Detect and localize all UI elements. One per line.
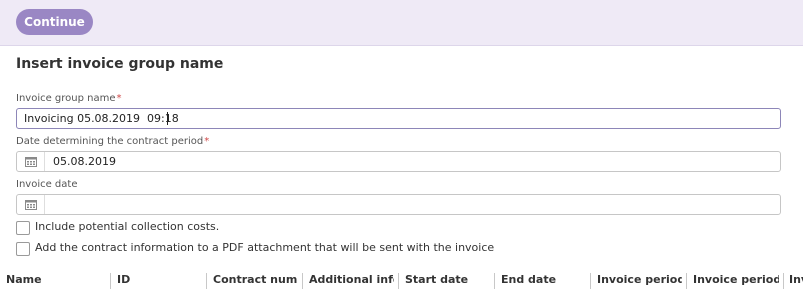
calendar-button[interactable] xyxy=(17,152,45,171)
collection-costs-label: Include potential collection costs. xyxy=(35,220,220,233)
column-header-id[interactable]: ID xyxy=(117,273,201,287)
required-marker: * xyxy=(116,93,122,104)
pdf-attachment-label: Add the contract information to a PDF at… xyxy=(35,241,495,254)
invoice-date-label: Invoice date xyxy=(16,179,78,190)
column-resize-handle[interactable] xyxy=(110,273,111,289)
column-resize-handle[interactable] xyxy=(783,273,784,289)
column-resize-handle[interactable] xyxy=(398,273,399,289)
top-toolbar: Continue xyxy=(0,0,803,46)
invoice-table-header: Name ID Contract numbe Additional infor … xyxy=(0,265,803,292)
column-header-name[interactable]: Name xyxy=(6,273,106,287)
column-header-additional-info[interactable]: Additional infor xyxy=(309,273,394,287)
column-resize-handle[interactable] xyxy=(590,273,591,289)
calendar-icon xyxy=(25,200,37,210)
column-header-invoice-period-s[interactable]: Invoice period s xyxy=(693,273,779,287)
column-resize-handle[interactable] xyxy=(206,273,207,289)
pdf-attachment-checkbox[interactable] xyxy=(16,242,30,256)
column-header-inv[interactable]: Inv xyxy=(789,273,803,287)
invoice-group-name-label-text: Invoice group name xyxy=(16,93,116,104)
invoice-group-name-input[interactable]: Invoicing 05.08.2019 09:18 xyxy=(16,108,781,129)
invoice-group-name-label: Invoice group name* xyxy=(16,93,122,104)
column-header-contract-number[interactable]: Contract numbe xyxy=(213,273,298,287)
contract-period-date-label-text: Date determining the contract period xyxy=(16,136,204,147)
required-marker: * xyxy=(204,136,210,147)
page-title: Insert invoice group name xyxy=(16,56,224,72)
column-header-end-date[interactable]: End date xyxy=(501,273,586,287)
contract-period-date-input[interactable]: 05.08.2019 xyxy=(16,151,781,172)
contract-period-date-value: 05.08.2019 xyxy=(53,155,116,168)
collection-costs-checkbox[interactable] xyxy=(16,221,30,235)
column-resize-handle[interactable] xyxy=(686,273,687,289)
calendar-icon xyxy=(25,157,37,167)
column-header-invoice-period[interactable]: Invoice period xyxy=(597,273,682,287)
calendar-button[interactable] xyxy=(17,195,45,214)
contract-period-date-label: Date determining the contract period* xyxy=(16,136,209,147)
invoice-date-input[interactable] xyxy=(16,194,781,215)
text-caret xyxy=(167,112,168,125)
invoice-group-name-value: Invoicing 05.08.2019 09:18 xyxy=(24,112,179,125)
column-resize-handle[interactable] xyxy=(302,273,303,289)
column-header-start-date[interactable]: Start date xyxy=(405,273,490,287)
column-resize-handle[interactable] xyxy=(494,273,495,289)
continue-button[interactable]: Continue xyxy=(16,9,93,35)
